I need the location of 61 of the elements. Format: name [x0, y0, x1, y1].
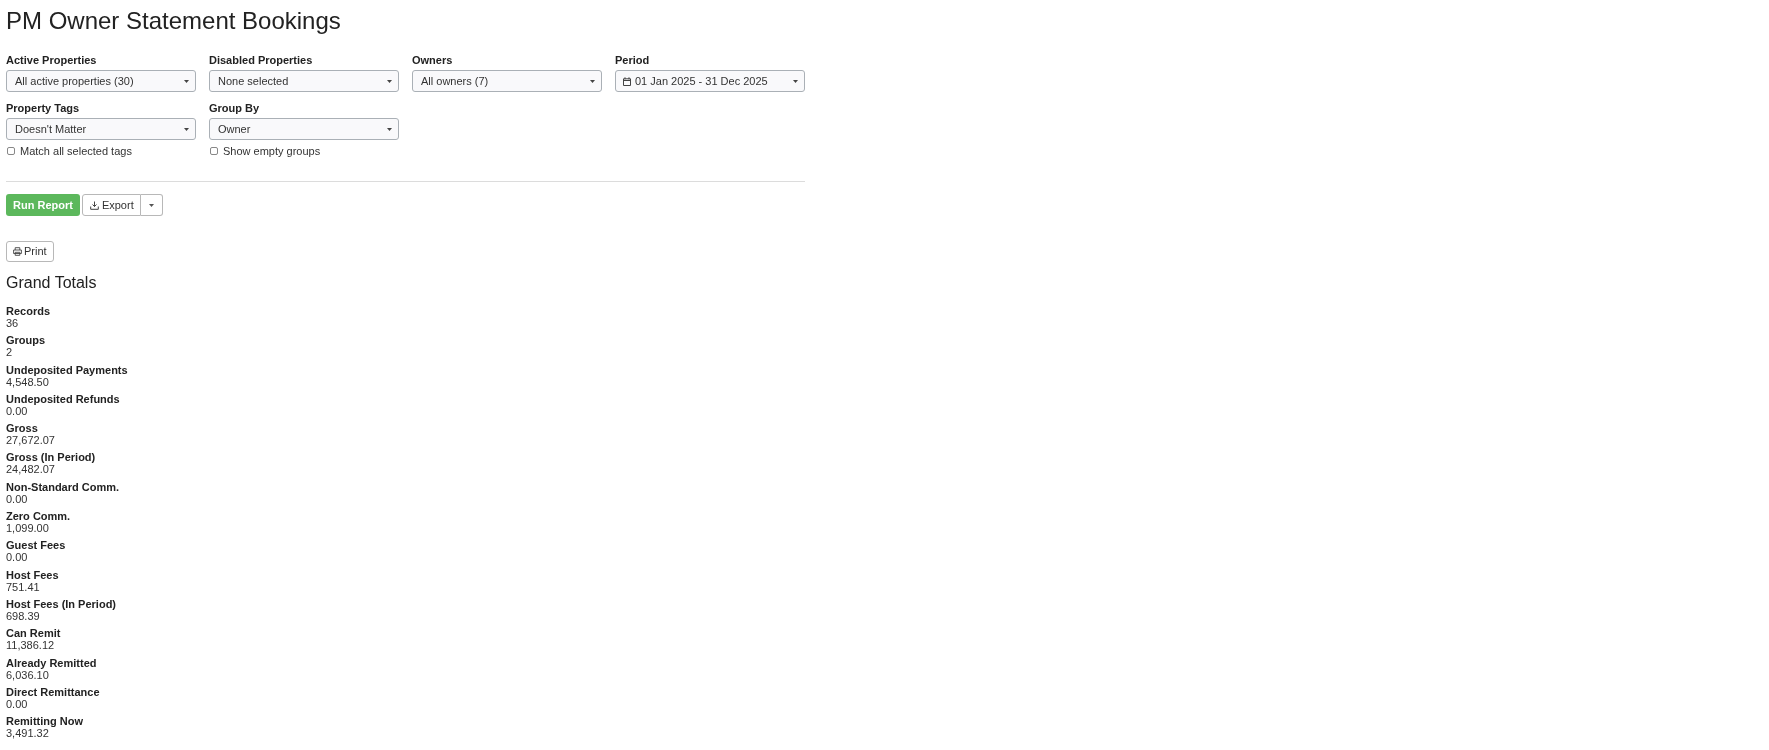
total-label: Direct Remittance	[6, 685, 100, 698]
calendar-icon	[623, 76, 631, 86]
total-label: Can Remit	[6, 627, 61, 640]
download-icon	[89, 200, 99, 210]
checkbox[interactable]	[210, 147, 218, 155]
caret-icon	[184, 79, 189, 83]
field-label: Owners	[412, 54, 453, 66]
caret-icon	[793, 79, 798, 83]
total-value: 4,548.50	[6, 375, 49, 388]
total-label: Undeposited Refunds	[6, 392, 120, 405]
total-label: Already Remitted	[6, 656, 97, 669]
total-value: 0.00	[6, 551, 28, 564]
total-value: 27,672.07	[6, 434, 55, 447]
field-label: Group By	[209, 102, 260, 114]
total-value: 0.00	[6, 492, 28, 505]
total-value: 0.00	[6, 697, 28, 710]
total-value: 3,491.32	[6, 727, 49, 740]
select-dropdown[interactable]: Doesn't Matter	[6, 118, 196, 140]
field-label: Period	[615, 54, 650, 66]
checkbox-label: Match all selected tags	[20, 145, 132, 157]
checkbox[interactable]	[7, 147, 15, 155]
total-value: 6,036.10	[6, 668, 49, 681]
checkbox-label: Show empty groups	[223, 145, 321, 157]
total-value: 24,482.07	[6, 463, 55, 476]
total-label: Undeposited Payments	[6, 363, 128, 376]
export-button[interactable]: Export	[81, 194, 141, 216]
page-title: PM Owner Statement Bookings	[6, 6, 341, 36]
select-dropdown[interactable]: Owner	[209, 118, 399, 140]
total-value: 698.39	[6, 609, 40, 622]
caret-icon	[590, 79, 595, 83]
total-label: Remitting Now	[6, 715, 83, 728]
total-label: Host Fees	[6, 568, 59, 581]
printer-icon	[13, 247, 22, 256]
section-heading: Grand Totals	[6, 274, 97, 292]
total-label: Gross (In Period)	[6, 451, 96, 464]
print-button[interactable]: Print	[6, 241, 54, 262]
select-dropdown[interactable]: All owners (7)	[412, 70, 602, 92]
total-label: Guest Fees	[6, 539, 66, 552]
caret-icon	[184, 127, 189, 131]
total-label: Gross	[6, 422, 38, 435]
caret-icon	[148, 203, 154, 207]
total-label: Groups	[6, 334, 46, 347]
total-value: 751.41	[6, 580, 40, 593]
select-dropdown[interactable]: None selected	[209, 70, 399, 92]
caret-icon	[387, 127, 392, 131]
date-range-dropdown[interactable]: 01 Jan 2025 - 31 Dec 2025	[615, 70, 805, 92]
total-value: 2	[6, 346, 13, 359]
total-label: Zero Comm.	[6, 510, 71, 523]
total-value: 1,099.00	[6, 522, 49, 535]
total-value: 11,386.12	[6, 639, 55, 652]
field-label: Disabled Properties	[209, 54, 313, 66]
total-label: Non-Standard Comm.	[6, 480, 120, 493]
select-dropdown[interactable]: All active properties (30)	[6, 70, 196, 92]
total-value: 36	[6, 317, 19, 329]
total-label: Records	[6, 305, 51, 317]
total-label: Host Fees (In Period)	[6, 597, 117, 610]
field-label: Property Tags	[6, 102, 80, 114]
export-options-button[interactable]	[140, 194, 163, 216]
field-label: Active Properties	[6, 54, 97, 66]
total-value: 0.00	[6, 404, 28, 417]
caret-icon	[387, 79, 392, 83]
